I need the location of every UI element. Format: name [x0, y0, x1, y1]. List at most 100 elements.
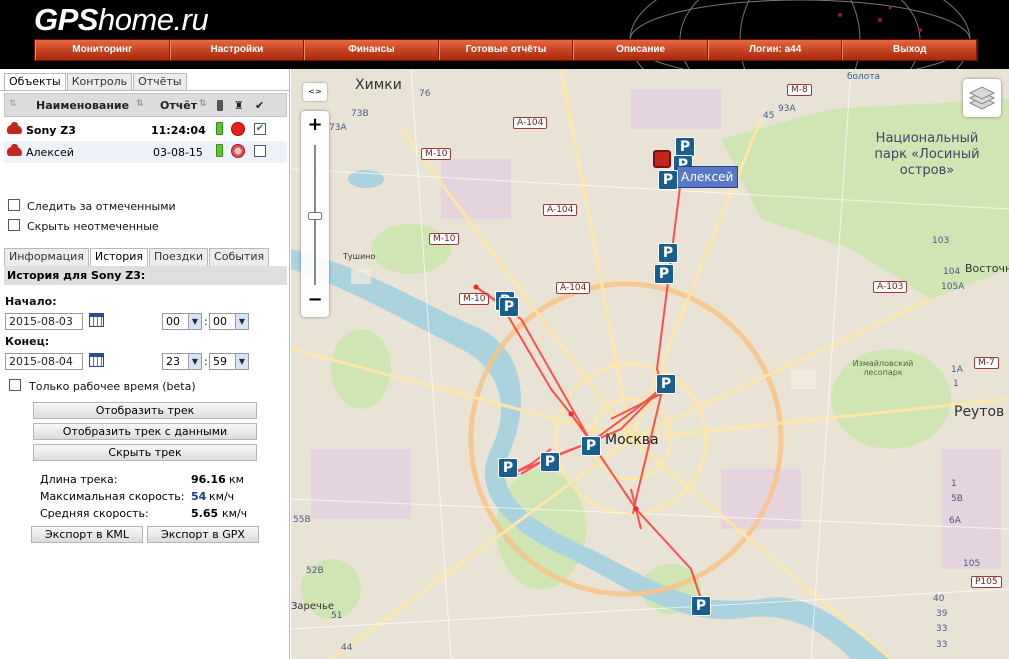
export-kml-button[interactable]: Экспорт в KML — [31, 526, 143, 543]
chevron-down-icon: ▼ — [188, 314, 201, 329]
zoom-out-button[interactable]: − — [301, 289, 329, 311]
antenna-icon: ♜ — [234, 99, 244, 112]
follow-checkbox[interactable] — [8, 199, 20, 211]
track-length-unit: км — [229, 473, 244, 486]
object-checkbox[interactable]: ✔ — [254, 123, 266, 135]
calendar-icon[interactable] — [89, 353, 104, 367]
start-minute-select[interactable]: 00 ▼ — [209, 313, 249, 330]
parking-icon[interactable]: P — [498, 458, 518, 478]
battery-icon — [216, 144, 223, 157]
logo[interactable]: GPShome.ru — [34, 2, 209, 38]
object-marker-label[interactable]: Алексей — [676, 166, 739, 188]
object-tabs: Объекты Контроль Отчёты — [4, 73, 188, 91]
nav-description[interactable]: Описание — [573, 40, 708, 60]
main-nav: Мониторинг Настройки Финансы Готовые отч… — [34, 39, 978, 61]
object-name[interactable]: Sony Z3 — [26, 124, 76, 137]
battery-icon — [216, 122, 223, 135]
nav-settings[interactable]: Настройки — [169, 40, 305, 60]
chevron-down-icon: ▼ — [235, 354, 248, 369]
sort-icon[interactable]: ⇅ — [136, 99, 144, 109]
chevron-down-icon: ▼ — [188, 354, 201, 369]
column-name[interactable]: Наименование — [36, 99, 129, 112]
end-hour-select[interactable]: 23 ▼ — [162, 353, 202, 370]
work-time-label: Только рабочее время (beta) — [29, 380, 196, 393]
max-speed-value: 54 — [191, 490, 207, 503]
tab-trips[interactable]: Поездки — [149, 248, 209, 266]
max-speed-label: Максимальная скорость: — [40, 490, 185, 503]
nav-monitoring[interactable]: Мониторинг — [35, 40, 170, 60]
object-name[interactable]: Алексей — [26, 146, 74, 159]
detail-tabs: Информация История Поездки События — [4, 248, 270, 266]
parking-icon[interactable]: P — [540, 452, 560, 472]
check-icon: ✔ — [255, 99, 265, 112]
tab-control[interactable]: Контроль — [66, 73, 133, 91]
nav-finance[interactable]: Финансы — [304, 40, 439, 60]
calendar-icon[interactable] — [89, 313, 104, 327]
header: GPShome.ru Мониторинг Настройки Финансы … — [0, 0, 1009, 69]
car-marker-icon[interactable] — [653, 150, 671, 168]
layers-button[interactable] — [963, 79, 1001, 117]
layers-icon — [968, 86, 996, 110]
chevron-down-icon: ▼ — [235, 314, 248, 329]
show-track-button[interactable]: Отобразить трек — [33, 402, 257, 419]
tab-reports[interactable]: Отчёты — [133, 73, 187, 91]
tab-events[interactable]: События — [209, 248, 270, 266]
zoom-in-button[interactable]: + — [301, 114, 329, 136]
parking-icon[interactable]: P — [656, 374, 676, 394]
time-separator: : — [204, 355, 208, 368]
track-length-label: Длина трека: — [40, 473, 118, 486]
divider — [0, 90, 290, 91]
track-length-value: 96.16 — [191, 473, 226, 486]
hide-track-button[interactable]: Скрыть трек — [33, 444, 257, 461]
status-icon — [231, 144, 245, 158]
map[interactable]: Химки Москва Национальный парк «Лосиный … — [291, 69, 1009, 659]
left-panel: Объекты Контроль Отчёты ⇅ Наименование ⇅… — [0, 69, 290, 659]
nav-reports[interactable]: Готовые отчёты — [438, 40, 574, 60]
zoom-control: + − — [301, 111, 329, 317]
object-report: 03-08-15 — [153, 146, 203, 159]
max-speed-unit: км/ч — [209, 490, 235, 503]
end-label: Конец: — [5, 335, 50, 348]
show-track-data-button[interactable]: Отобразить трек с данными — [33, 423, 257, 440]
parking-icon[interactable]: P — [691, 596, 711, 616]
parking-icon[interactable]: P — [658, 243, 678, 263]
zoom-slider-handle[interactable] — [308, 212, 322, 220]
car-icon — [7, 122, 22, 134]
history-title: История для Sony Z3: — [7, 269, 146, 282]
car-icon — [7, 144, 22, 156]
parking-icon[interactable]: P — [658, 170, 678, 190]
parking-icon[interactable]: P — [581, 436, 601, 456]
work-time-checkbox[interactable] — [9, 379, 21, 391]
nav-login[interactable]: Логин: a44 — [707, 40, 843, 60]
avg-speed-unit: км/ч — [222, 507, 248, 520]
export-gpx-button[interactable]: Экспорт в GPX — [147, 526, 259, 543]
status-icon — [231, 122, 245, 136]
tab-info[interactable]: Информация — [4, 248, 89, 266]
object-checkbox[interactable] — [254, 145, 266, 157]
end-minute-select[interactable]: 59 ▼ — [209, 353, 249, 370]
track-layer — [473, 176, 702, 600]
hide-checkbox[interactable] — [8, 219, 20, 231]
start-hour-select[interactable]: 00 ▼ — [162, 313, 202, 330]
parking-icon[interactable]: P — [675, 137, 695, 157]
sort-icon[interactable]: ⇅ — [199, 99, 207, 109]
sort-icon[interactable]: ⇅ — [9, 99, 17, 109]
collapse-panel-button[interactable]: <> — [303, 83, 327, 101]
history-title-bar: История для Sony Z3: — [4, 266, 287, 285]
start-label: Начало: — [5, 295, 57, 308]
parking-icon[interactable]: P — [654, 264, 674, 284]
object-row[interactable]: Sony Z3 11:24:04 ✔ — [4, 119, 287, 141]
tab-objects[interactable]: Объекты — [4, 73, 66, 91]
objects-table-header: ⇅ Наименование ⇅ Отчёт ⇅ ♜ ✔ — [4, 93, 287, 117]
time-separator: : — [204, 315, 208, 328]
battery-icon — [217, 100, 223, 111]
column-report[interactable]: Отчёт — [160, 99, 197, 112]
end-date-input[interactable]: 2015-08-04 — [5, 353, 83, 370]
avg-speed-value: 5.65 — [191, 507, 219, 520]
nav-logout[interactable]: Выход — [842, 40, 978, 60]
object-row[interactable]: Алексей 03-08-15 — [4, 141, 287, 163]
start-date-input[interactable]: 2015-08-03 — [5, 313, 83, 330]
object-report: 11:24:04 — [151, 124, 206, 137]
tab-history[interactable]: История — [89, 248, 149, 266]
parking-icon[interactable]: P — [499, 297, 519, 317]
